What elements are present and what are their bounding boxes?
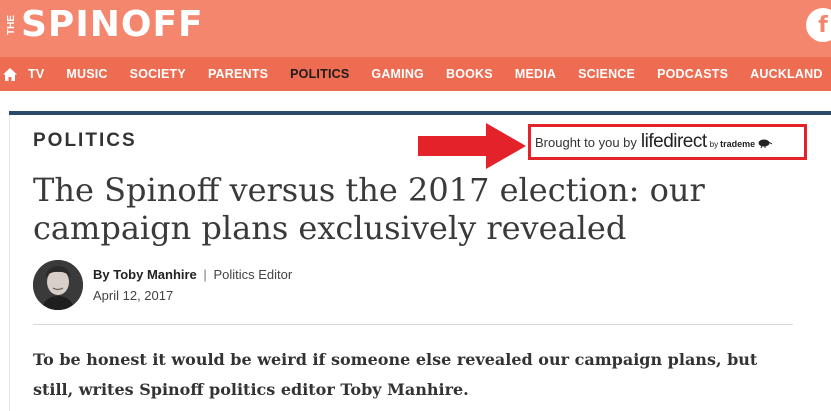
section-label[interactable]: POLITICS xyxy=(33,130,137,152)
site-logo[interactable]: THE SPINOFF xyxy=(6,5,204,45)
byline: By Toby Manhire | Politics Editor xyxy=(93,267,292,282)
byline-separator: | xyxy=(203,267,207,282)
logo-prefix-text: THE xyxy=(6,15,17,35)
nav-item-tv[interactable]: TV xyxy=(28,67,44,81)
sponsor-banner[interactable]: Brought to you by lifedirect by trademe xyxy=(528,124,807,160)
kiwi-icon xyxy=(758,139,773,148)
sponsor-prefix: Brought to you by xyxy=(535,134,637,150)
sponsor-logo-trademe: trademe xyxy=(720,139,756,149)
byline-prefix: By xyxy=(93,267,110,282)
nav-item-society[interactable]: SOCIETY xyxy=(130,67,186,81)
article-headline: The Spinoff versus the 2017 election: ou… xyxy=(33,171,705,247)
facebook-icon[interactable]: f xyxy=(806,8,831,42)
red-arrow-icon xyxy=(418,123,526,169)
logo-prefix: THE xyxy=(6,15,18,35)
site-header: THE SPINOFF f xyxy=(0,0,831,57)
author-avatar[interactable] xyxy=(33,260,83,310)
sponsor-logo-lifedirect: lifedirect xyxy=(640,131,707,152)
nav-item-books[interactable]: BOOKS xyxy=(446,67,493,81)
nav-item-gaming[interactable]: GAMING xyxy=(371,67,424,81)
nav-item-music[interactable]: MUSIC xyxy=(66,67,107,81)
home-icon[interactable] xyxy=(3,57,17,91)
nav-item-parents[interactable]: PARENTS xyxy=(208,67,268,81)
nav-item-auckland[interactable]: AUCKLAND xyxy=(750,67,822,81)
main-nav: TV MUSIC SOCIETY PARENTS POLITICS GAMING… xyxy=(0,57,831,91)
author-role: Politics Editor xyxy=(213,267,293,282)
author-name-link[interactable]: Toby Manhire xyxy=(113,267,197,282)
sponsor-by-label: by xyxy=(709,139,719,149)
nav-item-politics[interactable]: POLITICS xyxy=(290,67,349,81)
publish-date: April 12, 2017 xyxy=(93,288,174,303)
article-standfirst: To be honest it would be weird if someon… xyxy=(33,350,758,399)
nav-item-media[interactable]: MEDIA xyxy=(515,67,556,81)
logo-wordmark: SPINOFF xyxy=(21,4,204,45)
nav-item-podcasts[interactable]: PODCASTS xyxy=(657,67,728,81)
divider xyxy=(33,324,793,325)
nav-item-science[interactable]: SCIENCE xyxy=(578,67,635,81)
page: THE SPINOFF f TV MUSIC SOCIETY PARENTS P… xyxy=(0,0,831,411)
